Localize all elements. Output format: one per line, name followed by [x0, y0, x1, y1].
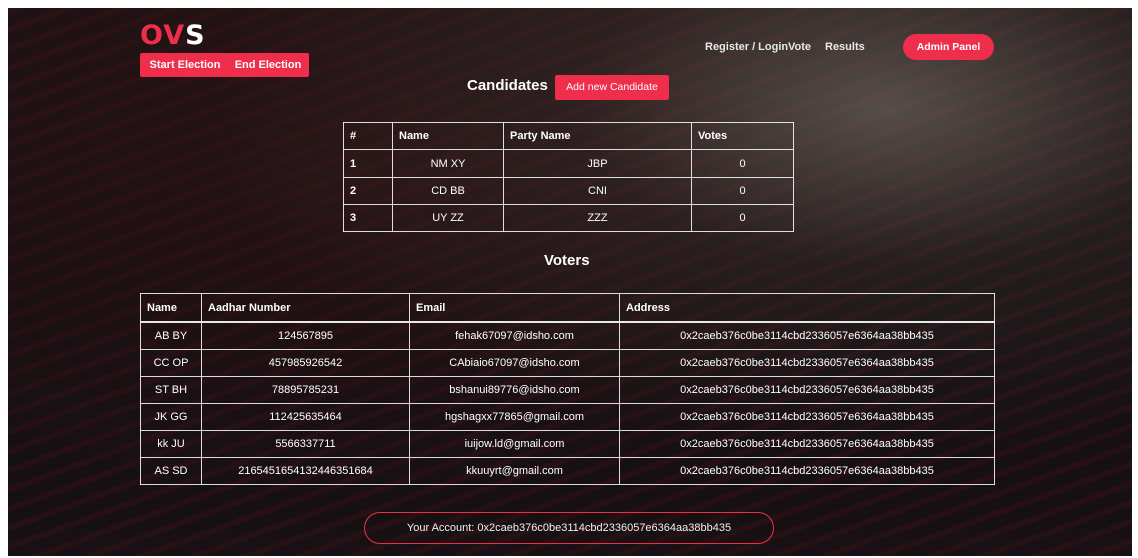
voter-address: 0x2caeb376c0be3114cbd2336057e6364aa38bb4… [619, 376, 995, 404]
add-candidate-button[interactable]: Add new Candidate [555, 75, 669, 100]
table-row: 1 NM XY JBP 0 [343, 149, 794, 178]
candidate-party: JBP [503, 149, 692, 178]
nav-vote[interactable]: Vote [788, 41, 811, 53]
brand-logo[interactable]: OVS [140, 22, 206, 50]
voter-aadhar: 112425635464 [201, 403, 410, 431]
col-index-header: # [343, 122, 393, 150]
voter-name: ST BH [140, 376, 202, 404]
table-row: kk JU 5566337711 iuijow.ld@gmail.com 0x2… [140, 430, 995, 458]
admin-panel-button[interactable]: Admin Panel [903, 34, 994, 60]
voter-aadhar: 78895785231 [201, 376, 410, 404]
candidate-name: UY ZZ [392, 204, 504, 232]
voter-aadhar: 457985926542 [201, 349, 410, 377]
account-address-badge: Your Account: 0x2caeb376c0be3114cbd23360… [364, 512, 774, 544]
voter-address: 0x2caeb376c0be3114cbd2336057e6364aa38bb4… [619, 321, 995, 350]
voter-email: bshanui89776@idsho.com [409, 376, 620, 404]
nav-results[interactable]: Results [825, 41, 865, 53]
table-row: AS SD 2165451654132446351684 kkuuyrt@gma… [140, 457, 995, 485]
voter-aadhar: 2165451654132446351684 [201, 457, 410, 485]
candidate-index: 3 [343, 204, 393, 232]
candidate-votes: 0 [691, 149, 794, 178]
voters-table: Name Aadhar Number Email Address AB BY 1… [140, 293, 995, 485]
brand-letter-o: O [140, 20, 164, 51]
candidate-name: CD BB [392, 177, 504, 205]
candidate-index: 2 [343, 177, 393, 205]
voter-name: kk JU [140, 430, 202, 458]
candidate-votes: 0 [691, 204, 794, 232]
table-row: CC OP 457985926542 CAbiaio67097@idsho.co… [140, 349, 995, 377]
nav-register-login[interactable]: Register / Login [705, 41, 788, 53]
col-name-header: Name [140, 293, 202, 323]
voter-aadhar: 5566337711 [201, 430, 410, 458]
voter-name: CC OP [140, 349, 202, 377]
candidate-party: CNI [503, 177, 692, 205]
brand-letter-v: V [163, 20, 186, 51]
start-election-button[interactable]: Start Election [140, 53, 230, 77]
col-address-header: Address [619, 293, 995, 323]
voter-name: AS SD [140, 457, 202, 485]
voters-header-row: Name Aadhar Number Email Address [140, 293, 995, 323]
table-row: JK GG 112425635464 hgshagxx77865@gmail.c… [140, 403, 995, 431]
candidates-title: Candidates [467, 77, 548, 94]
voter-email: iuijow.ld@gmail.com [409, 430, 620, 458]
voter-email: fehak67097@idsho.com [409, 321, 620, 350]
voters-title: Voters [544, 252, 590, 269]
candidate-party: ZZZ [503, 204, 692, 232]
voter-name: AB BY [140, 321, 202, 350]
end-election-button[interactable]: End Election [227, 53, 309, 77]
table-row: ST BH 78895785231 bshanui89776@idsho.com… [140, 376, 995, 404]
voter-aadhar: 124567895 [201, 321, 410, 350]
table-row: 2 CD BB CNI 0 [343, 177, 794, 205]
col-votes-header: Votes [691, 122, 794, 150]
candidate-name: NM XY [392, 149, 504, 178]
candidates-header-row: # Name Party Name Votes [343, 122, 794, 150]
voter-address: 0x2caeb376c0be3114cbd2336057e6364aa38bb4… [619, 457, 995, 485]
col-email-header: Email [409, 293, 620, 323]
col-name-header: Name [392, 122, 504, 150]
candidate-votes: 0 [691, 177, 794, 205]
candidates-table: # Name Party Name Votes 1 NM XY JBP 0 2 … [343, 122, 794, 232]
voter-email: hgshagxx77865@gmail.com [409, 403, 620, 431]
col-aadhar-header: Aadhar Number [201, 293, 410, 323]
voter-address: 0x2caeb376c0be3114cbd2336057e6364aa38bb4… [619, 403, 995, 431]
voter-address: 0x2caeb376c0be3114cbd2336057e6364aa38bb4… [619, 430, 995, 458]
voter-email: kkuuyrt@gmail.com [409, 457, 620, 485]
voter-email: CAbiaio67097@idsho.com [409, 349, 620, 377]
col-party-header: Party Name [503, 122, 692, 150]
voter-address: 0x2caeb376c0be3114cbd2336057e6364aa38bb4… [619, 349, 995, 377]
table-row: AB BY 124567895 fehak67097@idsho.com 0x2… [140, 321, 995, 350]
brand-letter-s: S [185, 20, 206, 51]
content-layer: OVS Start Election End Election Register… [0, 0, 1138, 558]
voter-name: JK GG [140, 403, 202, 431]
page-frame: OVS Start Election End Election Register… [0, 0, 1138, 558]
table-row: 3 UY ZZ ZZZ 0 [343, 204, 794, 232]
candidate-index: 1 [343, 149, 393, 178]
